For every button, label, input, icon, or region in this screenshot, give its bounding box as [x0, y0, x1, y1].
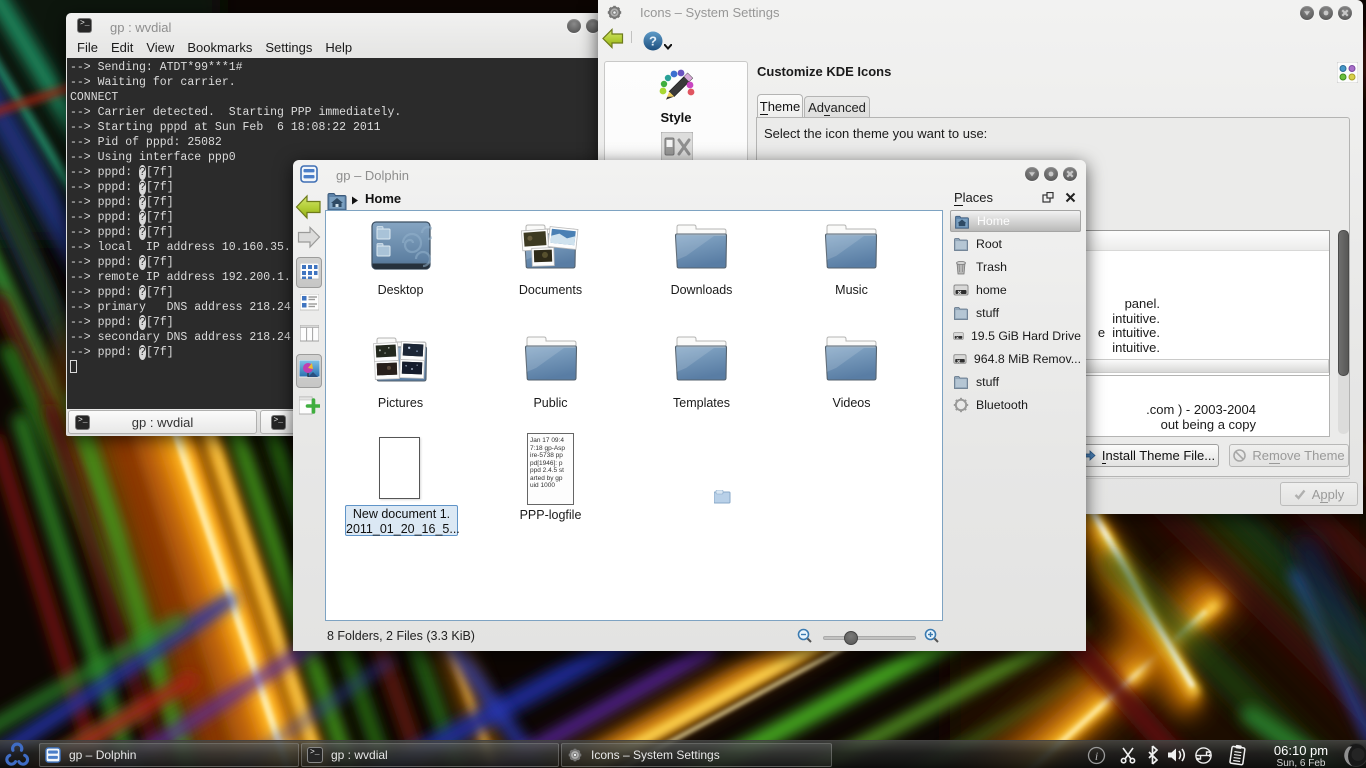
svg-text:?: ?: [649, 34, 657, 49]
svg-text:i: i: [1095, 749, 1098, 763]
